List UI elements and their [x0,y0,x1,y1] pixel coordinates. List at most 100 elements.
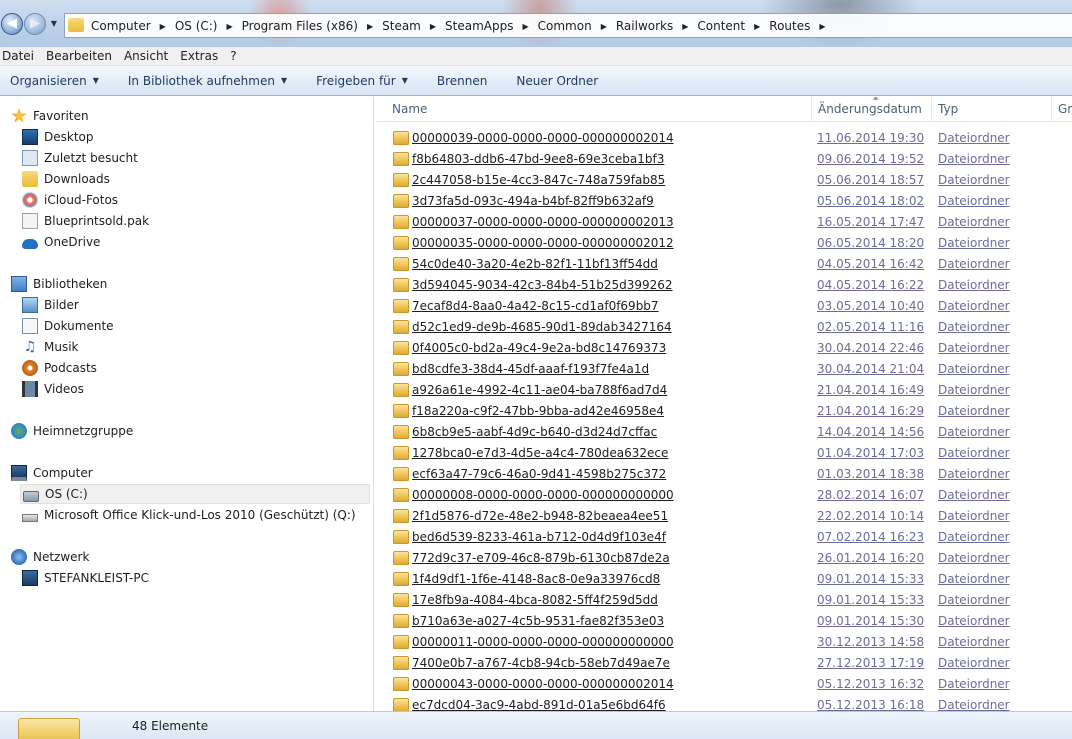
file-name[interactable]: 2c447058-b15e-4cc3-847c-748a759fab85 [412,173,665,187]
file-name[interactable]: 772d9c37-e709-46c8-879b-6130cb87de2a [412,551,670,565]
back-button[interactable]: ◀ [1,13,23,35]
menu-view[interactable]: Ansicht [121,49,175,63]
nav-item-network-pc[interactable]: STEFANKLEIST-PC [22,568,149,588]
file-row[interactable]: bed6d539-8233-461a-b712-0d4d9f103e4f 07.0… [375,527,1072,548]
burn-button[interactable]: Brennen [427,74,497,88]
file-name[interactable]: 00000043-0000-0000-0000-000000002014 [412,677,674,691]
breadcrumb-item[interactable]: SteamApps [443,19,515,33]
file-row[interactable]: b710a63e-a027-4c5b-9531-fae82f353e03 09.0… [375,611,1072,632]
breadcrumb-item[interactable]: Routes [767,19,812,33]
file-row[interactable]: 54c0de40-3a20-4e2b-82f1-11bf13ff54dd 04.0… [375,254,1072,275]
breadcrumb-chevron-icon[interactable]: ▶ [219,22,239,31]
file-name[interactable]: a926a61e-4992-4c11-ae04-ba788f6ad7d4 [412,383,667,397]
file-name[interactable]: bd8cdfe3-38d4-45df-aaaf-f193f7fe4a1d [412,362,649,376]
file-name[interactable]: 1278bca0-e7d3-4d5e-a4c4-780dea632ece [412,446,668,460]
file-name[interactable]: 0f4005c0-bd2a-49c4-9e2a-bd8c14769373 [412,341,666,355]
forward-button[interactable]: ▶ [24,13,46,35]
file-row[interactable]: 772d9c37-e709-46c8-879b-6130cb87de2a 26.0… [375,548,1072,569]
file-row[interactable]: 00000008-0000-0000-0000-000000000000 28.0… [375,485,1072,506]
nav-item-podcasts[interactable]: Podcasts [22,358,97,378]
file-row[interactable]: 7ecaf8d4-8aa0-4a42-8c15-cd1af0f69bb7 03.0… [375,296,1072,317]
file-row[interactable]: 00000035-0000-0000-0000-000000002012 06.0… [375,233,1072,254]
file-name[interactable]: 7ecaf8d4-8aa0-4a42-8c15-cd1af0f69bb7 [412,299,659,313]
file-name[interactable]: 1f4d9df1-1f6e-4148-8ac8-0e9a33976cd8 [412,572,660,586]
breadcrumb-item[interactable]: Railworks [614,19,675,33]
file-name[interactable]: 6b8cb9e5-aabf-4d9c-b640-d3d24d7cffac [412,425,657,439]
breadcrumb-item[interactable]: Common [536,19,594,33]
file-name[interactable]: 3d594045-9034-42c3-84b4-51b25d399262 [412,278,673,292]
nav-item-blueprints[interactable]: Blueprintsold.pak [22,211,149,231]
file-row[interactable]: 6b8cb9e5-aabf-4d9c-b640-d3d24d7cffac 14.0… [375,422,1072,443]
file-name[interactable]: f8b64803-ddb6-47bd-9ee8-69e3ceba1bf3 [412,152,664,166]
file-name[interactable]: ec7dcd04-3ac9-4abd-891d-01a5e6bd64f6 [412,698,666,711]
file-row[interactable]: 00000011-0000-0000-0000-000000000000 30.1… [375,632,1072,653]
file-name[interactable]: 00000035-0000-0000-0000-000000002012 [412,236,674,250]
nav-item-videos[interactable]: Videos [22,379,84,399]
menu-edit[interactable]: Bearbeiten [43,49,119,63]
nav-item-office-drive[interactable]: Microsoft Office Klick-und-Los 2010 (Ges… [22,505,356,525]
recent-pages-dropdown[interactable]: ▼ [49,19,59,29]
nav-item-icloud-photos[interactable]: iCloud-Fotos [22,190,118,210]
menu-help[interactable]: ? [227,49,243,63]
file-row[interactable]: a926a61e-4992-4c11-ae04-ba788f6ad7d4 21.0… [375,380,1072,401]
file-row[interactable]: 17e8fb9a-4084-4bca-8082-5ff4f259d5dd 09.0… [375,590,1072,611]
nav-item-desktop[interactable]: Desktop [22,127,94,147]
breadcrumb-chevron-icon[interactable]: ▶ [360,22,380,31]
file-row[interactable]: 1278bca0-e7d3-4d5e-a4c4-780dea632ece 01.0… [375,443,1072,464]
file-name[interactable]: 54c0de40-3a20-4e2b-82f1-11bf13ff54dd [412,257,658,271]
column-header-date[interactable]: Änderungsdatum [812,97,932,122]
nav-homegroup[interactable]: Heimnetzgruppe [11,421,133,441]
breadcrumb-chevron-icon[interactable]: ▶ [747,22,767,31]
file-name[interactable]: ecf63a47-79c6-46a0-9d41-4598b275c372 [412,467,666,481]
file-row[interactable]: 7400e0b7-a767-4cb8-94cb-58eb7d49ae7e 27.1… [375,653,1072,674]
nav-network[interactable]: Netzwerk [11,547,89,567]
address-bar[interactable]: Computer ▶ OS (C:) ▶ Program Files (x86) ▶ Ste… [64,13,1072,38]
file-row[interactable]: ecf63a47-79c6-46a0-9d41-4598b275c372 01.0… [375,464,1072,485]
breadcrumb-chevron-icon[interactable]: ▶ [423,22,443,31]
file-name[interactable]: 00000037-0000-0000-0000-000000002013 [412,215,674,229]
file-row[interactable]: ec7dcd04-3ac9-4abd-891d-01a5e6bd64f6 05.1… [375,695,1072,711]
nav-computer[interactable]: Computer [11,463,93,483]
include-in-library-button[interactable]: In Bibliothek aufnehmen ▼ [118,74,297,88]
file-row[interactable]: 3d73fa5d-093c-494a-b4bf-82ff9b632af9 05.0… [375,191,1072,212]
file-name[interactable]: 17e8fb9a-4084-4bca-8082-5ff4f259d5dd [412,593,658,607]
breadcrumb-chevron-icon[interactable]: ▶ [675,22,695,31]
breadcrumb-chevron-icon[interactable]: ▶ [153,22,173,31]
breadcrumb-chevron-icon[interactable]: ▶ [594,22,614,31]
file-name[interactable]: 3d73fa5d-093c-494a-b4bf-82ff9b632af9 [412,194,654,208]
file-name[interactable]: 00000011-0000-0000-0000-000000000000 [412,635,674,649]
file-name[interactable]: b710a63e-a027-4c5b-9531-fae82f353e03 [412,614,664,628]
breadcrumb-item[interactable]: OS (C:) [173,19,220,33]
file-row[interactable]: f18a220a-c9f2-47bb-9bba-ad42e46958e4 21.0… [375,401,1072,422]
file-row[interactable]: bd8cdfe3-38d4-45df-aaaf-f193f7fe4a1d 30.0… [375,359,1072,380]
file-name[interactable]: f18a220a-c9f2-47bb-9bba-ad42e46958e4 [412,404,664,418]
breadcrumb-chevron-icon[interactable]: ▶ [812,22,832,31]
nav-item-recent[interactable]: Zuletzt besucht [22,148,138,168]
breadcrumb-item[interactable]: Content [695,19,747,33]
nav-favorites[interactable]: Favoriten [11,106,89,126]
nav-item-documents[interactable]: Dokumente [22,316,114,336]
file-row[interactable]: 0f4005c0-bd2a-49c4-9e2a-bd8c14769373 30.0… [375,338,1072,359]
file-name[interactable]: 00000039-0000-0000-0000-000000002014 [412,131,674,145]
file-row[interactable]: 00000039-0000-0000-0000-000000002014 11.0… [375,128,1072,149]
file-name[interactable]: 7400e0b7-a767-4cb8-94cb-58eb7d49ae7e [412,656,670,670]
menu-tools[interactable]: Extras [177,49,225,63]
nav-item-pictures[interactable]: Bilder [22,295,79,315]
breadcrumb-item[interactable]: Program Files (x86) [240,19,360,33]
file-row[interactable]: 2c447058-b15e-4cc3-847c-748a759fab85 05.0… [375,170,1072,191]
share-with-button[interactable]: Freigeben für ▼ [306,74,418,88]
breadcrumb-item[interactable]: Computer [89,19,153,33]
file-row[interactable]: 2f1d5876-d72e-48e2-b948-82beaea4ee51 22.0… [375,506,1072,527]
nav-item-music[interactable]: ♫ Musik [22,337,79,357]
breadcrumb-item[interactable]: Steam [380,19,423,33]
file-row[interactable]: 00000043-0000-0000-0000-000000002014 05.1… [375,674,1072,695]
column-header-type[interactable]: Typ [932,97,1052,122]
nav-libraries[interactable]: Bibliotheken [11,274,107,294]
organize-button[interactable]: Organisieren ▼ [0,74,109,88]
file-name[interactable]: bed6d539-8233-461a-b712-0d4d9f103e4f [412,530,666,544]
column-header-name[interactable]: Name [386,97,812,122]
column-header-size[interactable]: Grö [1052,97,1072,122]
file-name[interactable]: 2f1d5876-d72e-48e2-b948-82beaea4ee51 [412,509,668,523]
nav-item-os-c[interactable]: OS (C:) [20,484,370,504]
file-name[interactable]: d52c1ed9-de9b-4685-90d1-89dab3427164 [412,320,672,334]
